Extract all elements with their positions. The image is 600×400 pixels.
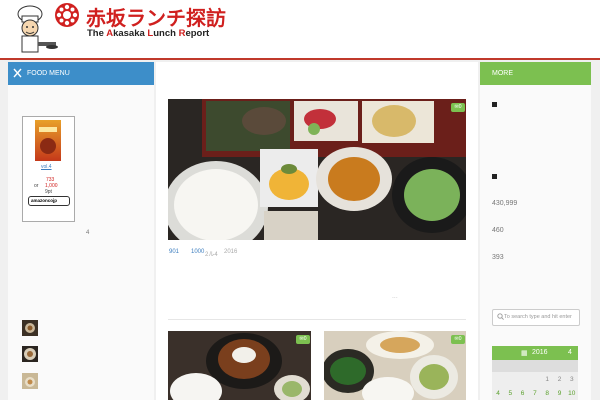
recent-post-thumb[interactable] — [22, 373, 38, 389]
calendar-day[interactable]: 7 — [529, 390, 541, 397]
calendar-weekday-row — [492, 360, 578, 372]
bullet-square — [492, 102, 497, 107]
calendar-day: 3 — [569, 376, 574, 383]
calendar-day[interactable]: 6 — [517, 390, 529, 397]
recent-post-thumb[interactable] — [22, 346, 38, 362]
site-title[interactable]: 赤坂ランチ探訪 — [86, 2, 226, 31]
post-divider — [168, 319, 466, 320]
header-divider — [0, 58, 600, 60]
book-cover-image[interactable] — [35, 120, 61, 161]
post-excerpt-ellipsis: ... — [392, 293, 398, 300]
calendar-year: 2016 — [532, 349, 548, 356]
recent-post-thumb[interactable] — [22, 320, 38, 336]
left-number: 4 — [86, 230, 90, 236]
book-vol[interactable]: vol.4 — [41, 164, 52, 170]
post-thumbnail[interactable] — [168, 331, 311, 400]
comment-count-badge[interactable]: ✉0 — [451, 335, 465, 344]
calendar-month: 4 — [568, 349, 572, 356]
site-subtitle: The Akasaka Lunch Report — [87, 28, 210, 39]
calendar-day[interactable]: 10 — [566, 390, 578, 397]
calendar-day[interactable]: 4 — [492, 390, 504, 397]
book-unit: 9pt — [45, 189, 52, 195]
chef-mascot-icon — [17, 5, 58, 53]
food-menu-heading: FOOD MENU — [8, 62, 154, 85]
calendar-icon: ▦ — [521, 350, 528, 357]
calendar-day: 2 — [557, 376, 562, 383]
flower-logo-icon — [55, 3, 79, 27]
stat-number: 460 — [492, 227, 504, 234]
post-date-link[interactable]: 1000 — [191, 249, 204, 255]
featured-post-image[interactable] — [168, 99, 466, 240]
post-date-suffix: 2ル4 — [205, 252, 218, 258]
calendar-day: 1 — [545, 376, 549, 383]
bullet-square — [492, 174, 497, 179]
amazon-button[interactable]: amazoncojp — [28, 196, 70, 206]
book-or: or — [34, 183, 39, 189]
comment-count-badge[interactable]: ✉0 — [296, 335, 310, 344]
post-year: 2016 — [224, 249, 238, 255]
stat-number: 393 — [492, 254, 504, 261]
search-box[interactable]: To search type and hit enter — [492, 309, 580, 326]
calendar-day[interactable]: 8 — [541, 390, 553, 397]
more-heading: MORE — [480, 62, 591, 85]
book-ad[interactable]: vol.4 733 or 1,000 9pt amazoncojp — [22, 116, 75, 222]
search-input[interactable]: To search type and hit enter — [504, 314, 572, 320]
calendar-day[interactable]: 9 — [554, 390, 566, 397]
stat-number: 430,999 — [492, 200, 518, 207]
fork-knife-icon — [13, 68, 22, 78]
calendar-header: ▦ 2016 4 — [492, 346, 578, 360]
calendar-day[interactable]: 5 — [504, 390, 516, 397]
site-header: 赤坂ランチ探訪 The Akasaka Lunch Report — [0, 0, 600, 58]
food-menu-label: FOOD MENU — [27, 70, 70, 77]
comment-count-badge[interactable]: ✉0 — [451, 103, 465, 112]
more-label: MORE — [492, 70, 513, 77]
search-icon — [497, 313, 504, 320]
post-views[interactable]: 901 — [169, 249, 179, 255]
post-thumbnail[interactable] — [324, 331, 466, 400]
